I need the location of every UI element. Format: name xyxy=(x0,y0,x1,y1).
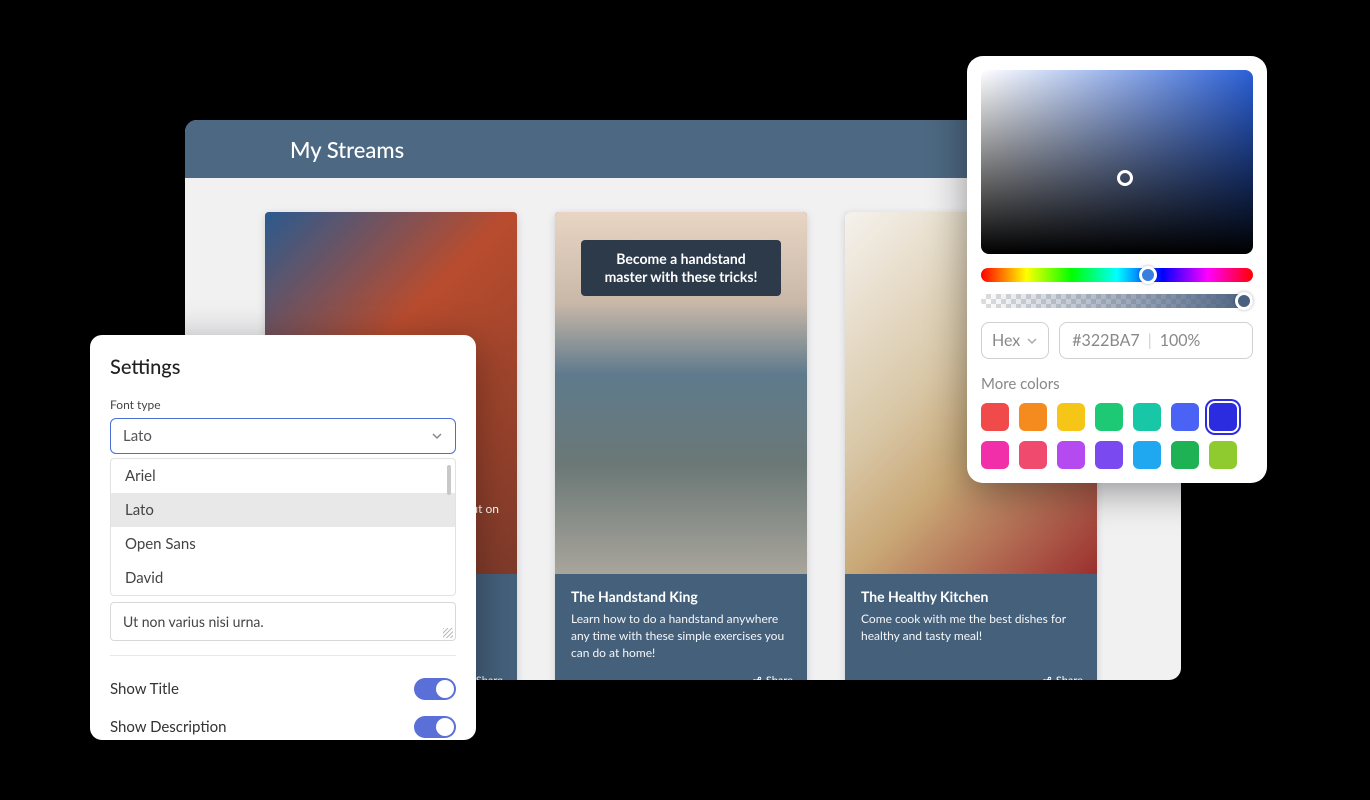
card-description: Come cook with me the best dishes for he… xyxy=(861,611,1081,645)
scrollbar[interactable] xyxy=(447,465,451,495)
textarea-value: Ut non varius nisi urna. xyxy=(123,613,264,630)
card-title: The Healthy Kitchen xyxy=(861,588,1081,605)
color-swatch[interactable] xyxy=(1133,441,1161,469)
show-description-toggle[interactable] xyxy=(414,716,456,738)
color-swatch[interactable] xyxy=(1171,441,1199,469)
show-title-label: Show Title xyxy=(110,680,179,698)
card-footer: Share xyxy=(845,674,1097,680)
color-swatch[interactable] xyxy=(1095,441,1123,469)
settings-title: Settings xyxy=(110,355,456,379)
card-title: The Handstand King xyxy=(571,588,791,605)
chevron-down-icon xyxy=(431,430,443,442)
share-label[interactable]: Share xyxy=(1056,674,1083,680)
share-label[interactable]: Share xyxy=(476,674,503,680)
page-title: My Streams xyxy=(290,136,404,163)
chevron-down-icon xyxy=(1026,335,1038,347)
font-option[interactable]: Open Sans xyxy=(111,527,455,561)
show-description-label: Show Description xyxy=(110,718,226,736)
saturation-field[interactable] xyxy=(981,70,1253,254)
color-swatch[interactable] xyxy=(1209,441,1237,469)
font-type-label: Font type xyxy=(110,397,456,412)
value-divider: | xyxy=(1148,331,1152,350)
toggle-row: Show Title xyxy=(110,670,456,708)
hex-value: #322BA7 xyxy=(1072,331,1139,350)
color-swatch[interactable] xyxy=(1095,403,1123,431)
stream-card[interactable]: Become a handstand master with these tri… xyxy=(555,212,807,680)
color-picker-panel: Hex #322BA7 | 100% More colors xyxy=(967,56,1267,483)
toggle-row: Show Description xyxy=(110,708,456,746)
color-format-select[interactable]: Hex xyxy=(981,322,1049,359)
color-swatch[interactable] xyxy=(1019,441,1047,469)
color-swatch[interactable] xyxy=(1057,441,1085,469)
alpha-slider[interactable] xyxy=(981,294,1253,308)
font-type-select[interactable]: Lato xyxy=(110,418,456,454)
color-swatch[interactable] xyxy=(981,403,1009,431)
opacity-value: 100% xyxy=(1160,331,1201,350)
font-option[interactable]: Lato xyxy=(111,493,455,527)
card-body: The Handstand King Learn how to do a han… xyxy=(555,574,807,674)
description-textarea[interactable]: Ut non varius nisi urna. xyxy=(110,602,456,641)
font-type-dropdown: Ariel Lato Open Sans David xyxy=(110,458,456,596)
color-swatch[interactable] xyxy=(1171,403,1199,431)
card-description: Learn how to do a handstand anywhere any… xyxy=(571,611,791,661)
share-icon[interactable] xyxy=(752,676,762,681)
resize-handle[interactable] xyxy=(443,628,453,638)
saturation-cursor[interactable] xyxy=(1117,170,1133,186)
color-value-row: Hex #322BA7 | 100% xyxy=(981,322,1253,359)
color-swatch[interactable] xyxy=(1019,403,1047,431)
color-swatch[interactable] xyxy=(1133,403,1161,431)
divider xyxy=(110,655,456,656)
card-footer: Share xyxy=(555,674,807,680)
font-option[interactable]: David xyxy=(111,561,455,595)
show-title-toggle[interactable] xyxy=(414,678,456,700)
swatch-grid xyxy=(981,403,1253,469)
hue-thumb[interactable] xyxy=(1139,266,1157,284)
color-swatch[interactable] xyxy=(1209,403,1237,431)
font-type-value: Lato xyxy=(123,427,152,445)
card-body: The Healthy Kitchen Come cook with me th… xyxy=(845,574,1097,674)
font-option[interactable]: Ariel xyxy=(111,459,455,493)
alpha-thumb[interactable] xyxy=(1235,292,1253,310)
share-label[interactable]: Share xyxy=(766,674,793,680)
color-value-input[interactable]: #322BA7 | 100% xyxy=(1059,322,1253,359)
color-swatch[interactable] xyxy=(1057,403,1085,431)
more-colors-label: More colors xyxy=(981,375,1253,393)
card-overlay: Become a handstand master with these tri… xyxy=(581,240,781,296)
share-icon[interactable] xyxy=(1042,676,1052,681)
color-swatch[interactable] xyxy=(981,441,1009,469)
hue-slider[interactable] xyxy=(981,268,1253,282)
card-image: Become a handstand master with these tri… xyxy=(555,212,807,574)
settings-panel: Settings Font type Lato Ariel Lato Open … xyxy=(90,335,476,740)
color-format-value: Hex xyxy=(992,331,1020,350)
